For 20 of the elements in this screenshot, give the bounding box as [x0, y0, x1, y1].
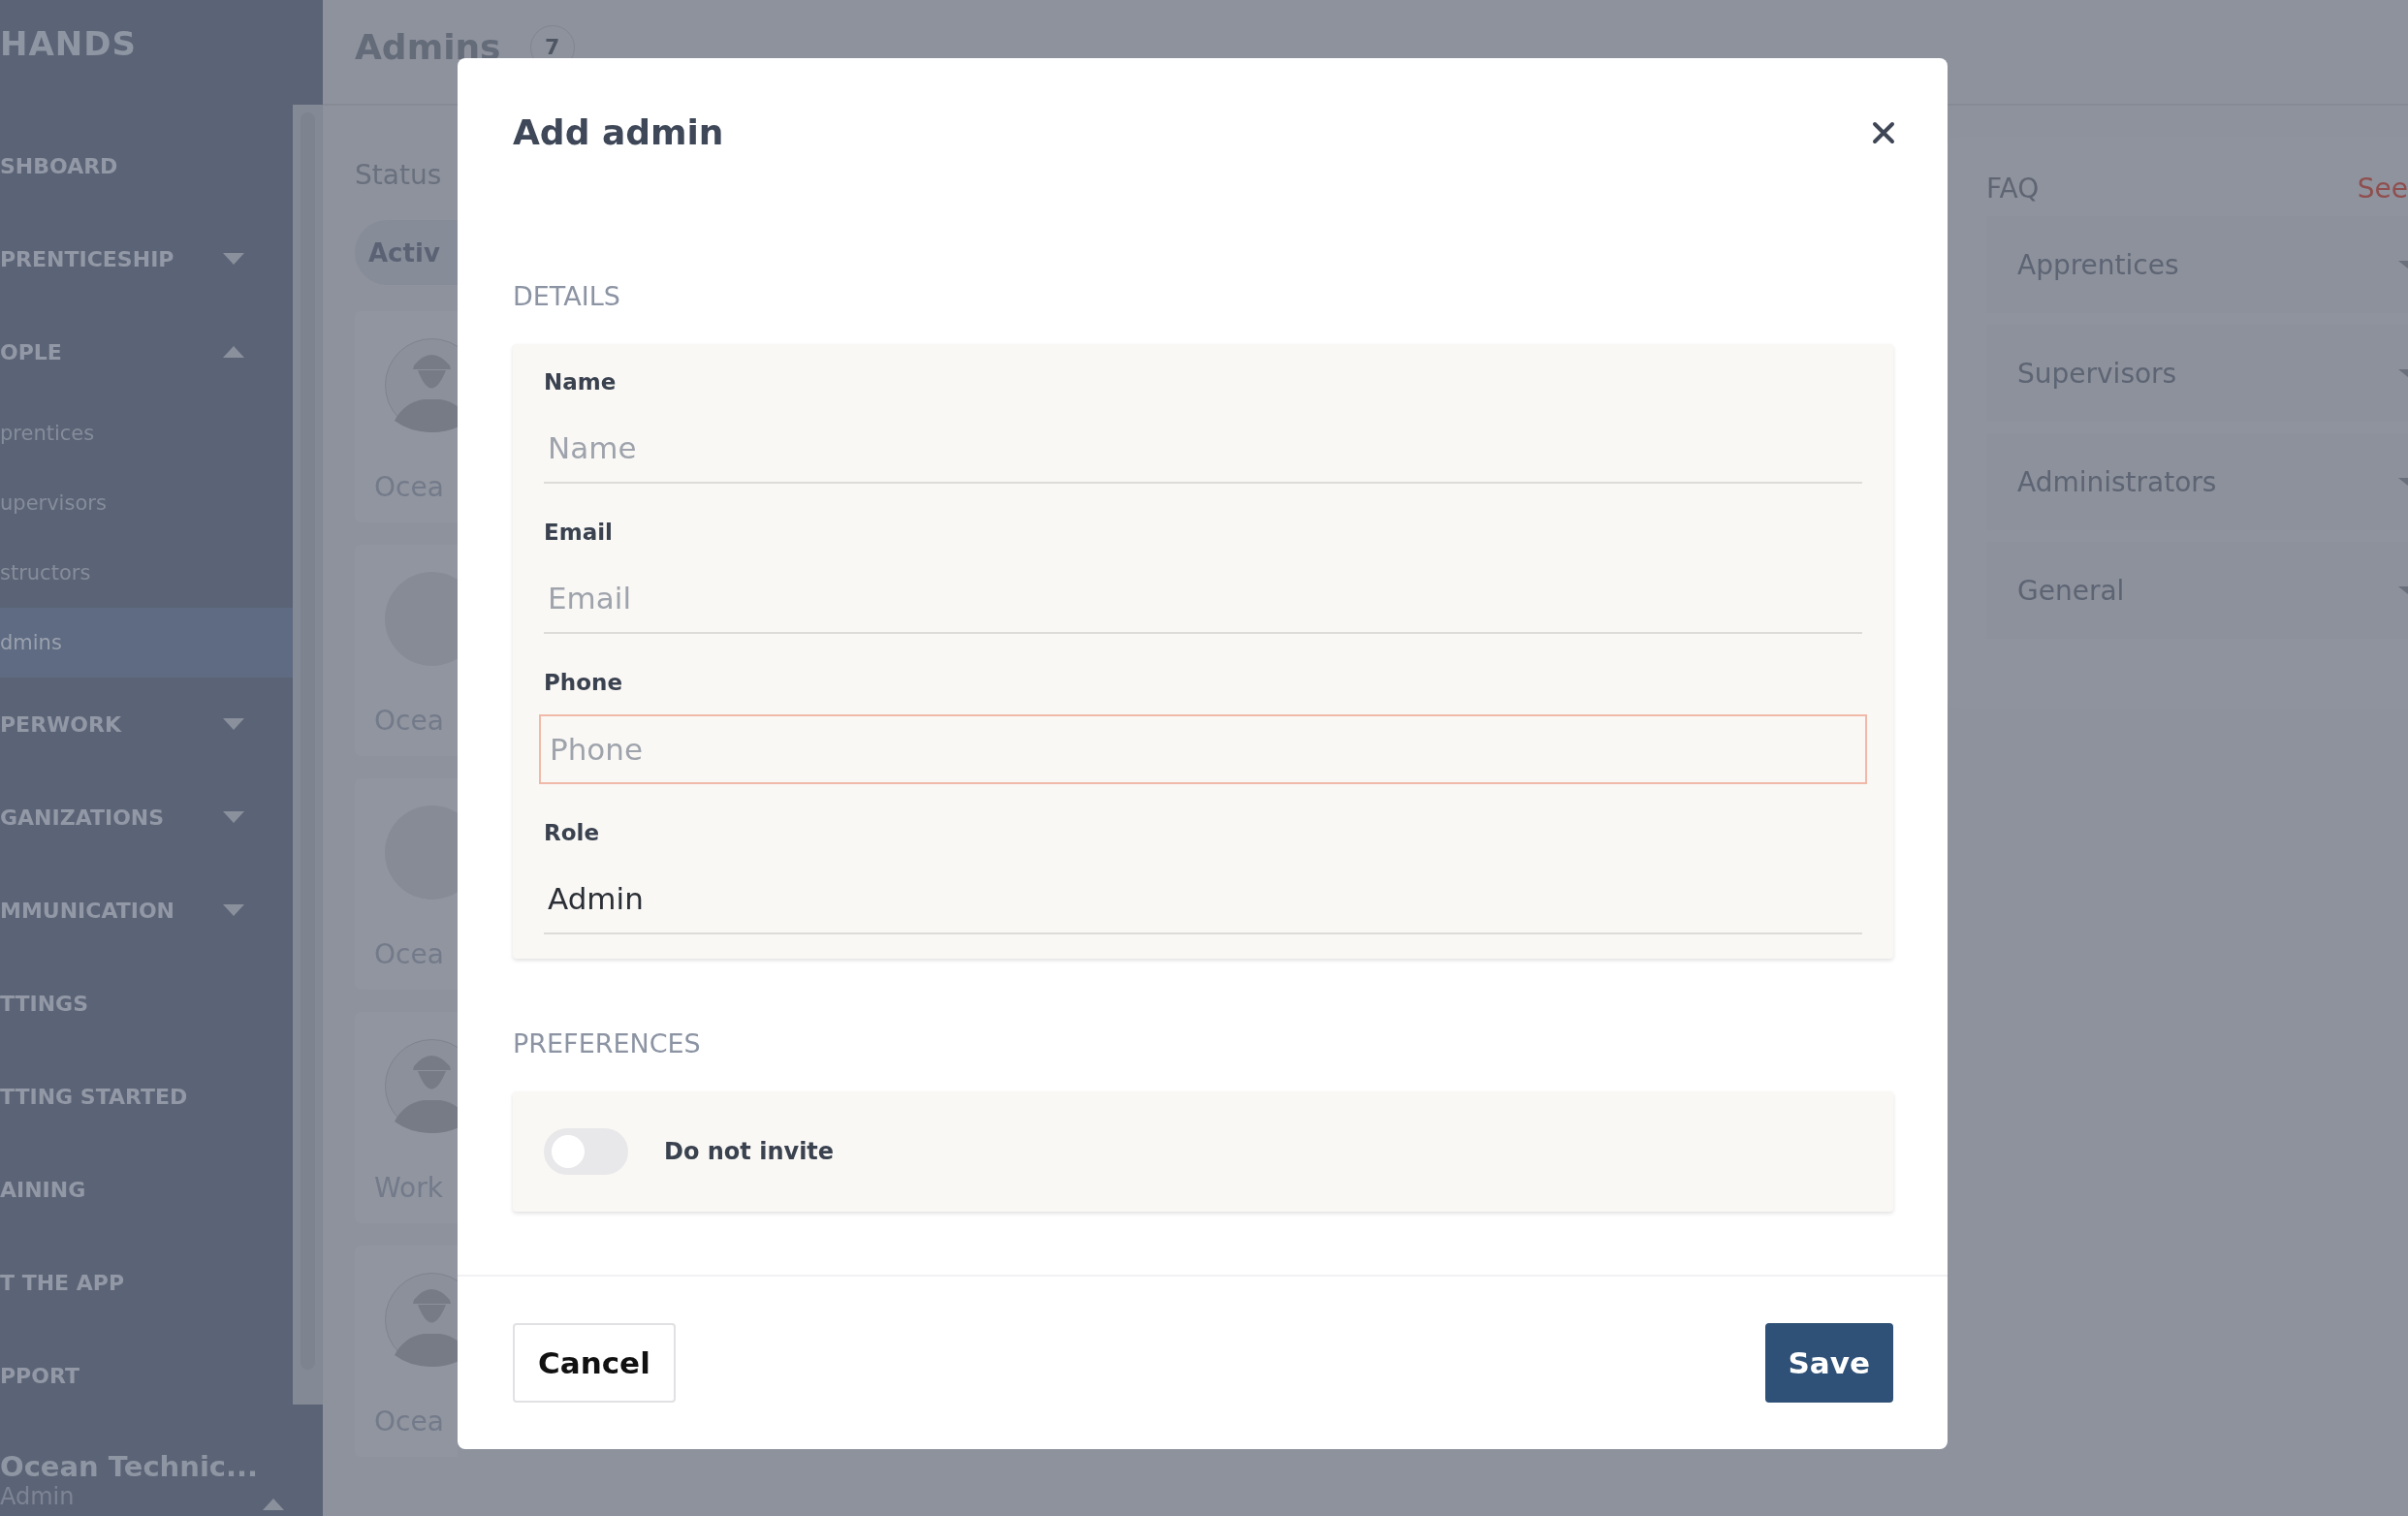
scrollbar[interactable] [293, 105, 323, 1405]
toggle-label: Do not invite [664, 1138, 835, 1165]
section-heading: PREFERENCES [513, 1028, 702, 1058]
caret-up-icon[interactable] [263, 1499, 284, 1510]
save-button[interactable]: Save [1764, 1323, 1893, 1403]
field-label: Email [544, 519, 614, 547]
field-label: Phone [544, 669, 623, 697]
caret-up-icon [223, 346, 244, 358]
role-select[interactable]: Admin [544, 865, 1862, 934]
nav-subitem[interactable]: dmins [0, 608, 293, 678]
dialog-title: Add admin [513, 112, 724, 152]
close-icon[interactable] [1872, 120, 1895, 144]
input-field[interactable]: Name [544, 414, 1862, 484]
field-label: Name [544, 368, 618, 396]
cancel-button[interactable]: Cancel [513, 1323, 676, 1403]
input-field[interactable]: Email [544, 564, 1862, 634]
see-all-link[interactable]: See [2357, 173, 2408, 205]
input-field[interactable]: Phone [539, 714, 1867, 784]
section-heading: DETAILS [513, 281, 621, 311]
field-label: Role [544, 819, 600, 847]
